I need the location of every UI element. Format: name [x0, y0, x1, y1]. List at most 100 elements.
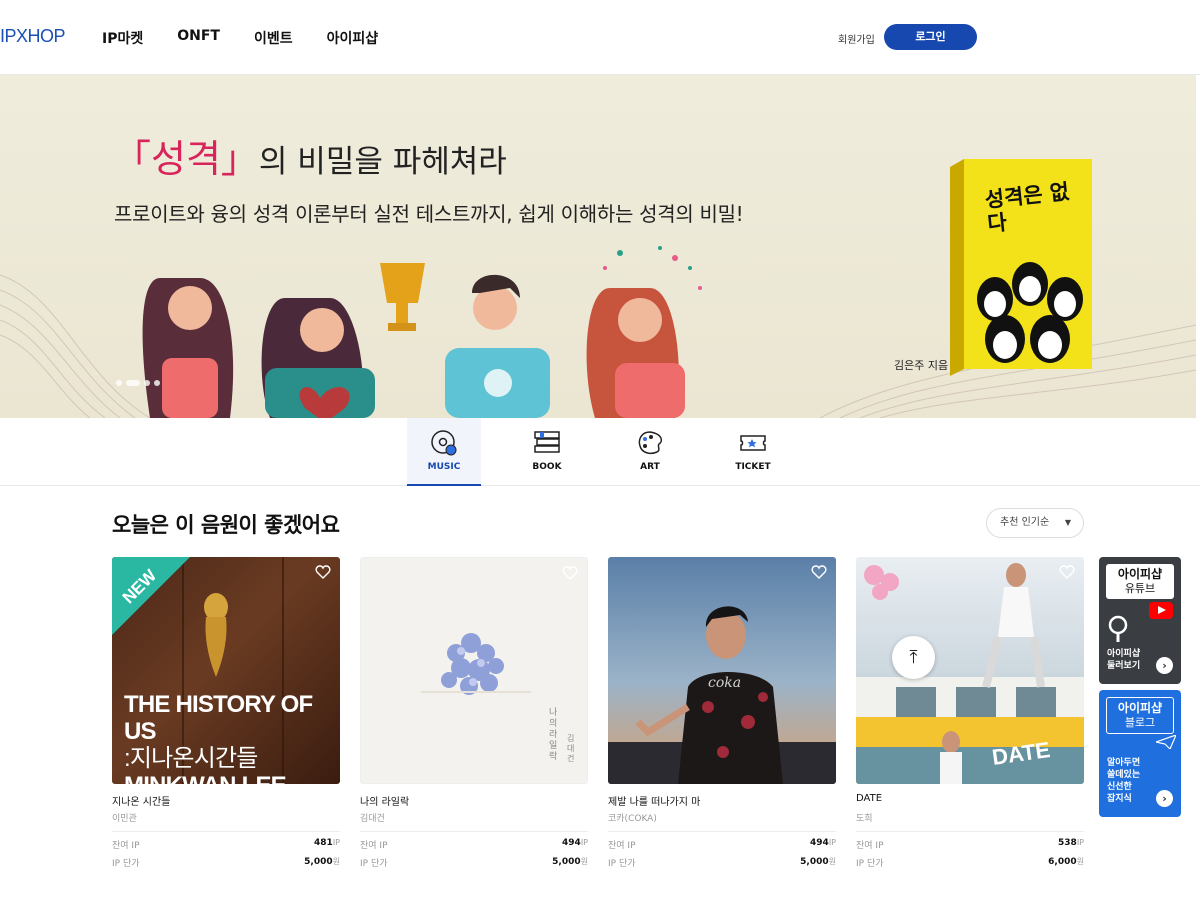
card-cover-text: THE HISTORY OF US :지나온시간들 MINKWAN LEE: [124, 691, 340, 784]
banner-title-accent: 「성격」: [113, 137, 259, 181]
tab-art-label: ART: [640, 462, 660, 472]
widget-line: 알아두면: [1107, 758, 1141, 768]
ip-price-unit: 원: [1076, 857, 1084, 866]
remain-ip-unit: IP: [580, 838, 588, 847]
blog-widget[interactable]: 아이피샵 블로그 알아두면 쓸데있는 신선한 잡지식 ›: [1099, 690, 1181, 817]
paper-plane-icon: [1156, 735, 1176, 749]
arrow-up-icon: ⤒: [909, 647, 918, 668]
banner-pagination: [116, 380, 160, 386]
chevron-right-icon[interactable]: ›: [1156, 790, 1173, 807]
banner-dot[interactable]: [116, 380, 122, 386]
tab-art[interactable]: ART: [613, 418, 687, 486]
heart-icon[interactable]: [1059, 564, 1075, 580]
remain-ip-row: 잔여 IP 538IP: [856, 838, 1084, 851]
signup-link[interactable]: 회원가입: [838, 31, 875, 46]
card-title[interactable]: 제발 나를 떠나가지 마: [608, 793, 836, 808]
card-thumbnail[interactable]: coka: [608, 557, 836, 784]
cover-line: 나의 라일락: [549, 708, 558, 762]
card-artist: 김대건: [360, 814, 385, 824]
divider: [112, 831, 340, 832]
tab-music-label: MUSIC: [427, 462, 461, 472]
card-thumbnail[interactable]: DATE: [856, 557, 1084, 784]
card-cover-text: coka: [708, 675, 742, 691]
banner-subtitle: 프로이트와 융의 성격 이론부터 실전 테스트까지, 쉽게 이해하는 성격의 비…: [114, 202, 744, 226]
remain-ip-row: 잔여 IP 481IP: [112, 838, 340, 851]
section-title: 오늘은 이 음원이 좋겠어요: [112, 513, 340, 537]
ip-price-unit: 원: [580, 857, 588, 866]
book-stack-icon: [534, 431, 560, 453]
heart-icon[interactable]: [562, 565, 578, 581]
widget-line: 잡지식: [1107, 794, 1132, 804]
book-cover: 성격은 없다: [950, 159, 1092, 376]
nav-item-ip-market[interactable]: IP마켓: [102, 28, 143, 48]
sort-dropdown[interactable]: 추천 인기순 ▼: [986, 508, 1084, 538]
chevron-right-icon[interactable]: ›: [1156, 657, 1173, 674]
card-title[interactable]: 나의 라일락: [360, 793, 588, 808]
banner-dot[interactable]: [154, 380, 160, 386]
magnifier-icon: [1108, 615, 1128, 642]
ip-price-row: IP 단가 6,000원: [856, 856, 1084, 869]
music-card[interactable]: DATE DATE 도희 잔여 IP 538IP IP 단가 6,000원: [856, 557, 1084, 869]
card-title[interactable]: 지나온 시간들: [112, 793, 340, 808]
cover-line: :지나온시간들: [124, 745, 258, 772]
youtube-widget-header: 아이피샵 유튜브: [1106, 564, 1174, 599]
tab-ticket[interactable]: TICKET: [716, 418, 790, 486]
youtube-widget-title: 아이피샵: [1117, 567, 1163, 581]
remain-ip-unit: IP: [332, 838, 340, 847]
remain-ip-label: 잔여 IP: [360, 841, 388, 851]
remain-ip-value: 481: [314, 838, 333, 848]
blog-widget-header: 아이피샵 블로그: [1106, 697, 1174, 734]
remain-ip-unit: IP: [1076, 838, 1084, 847]
remain-ip-row: 잔여 IP 494IP: [360, 838, 588, 851]
nav-item-onft[interactable]: ONFT: [177, 28, 220, 48]
widget-line: 신선한: [1107, 782, 1132, 792]
card-thumbnail[interactable]: NEW THE HISTORY OF US :지나온시간들 MINKWAN LE…: [112, 557, 340, 784]
chevron-down-icon: ▼: [1064, 518, 1071, 527]
card-thumbnail[interactable]: 나의 라일락 김대건: [360, 557, 588, 784]
divider: [608, 831, 836, 832]
ip-price-label: IP 단가: [112, 859, 140, 869]
youtube-widget-body: 아이피샵 둘러보기: [1107, 648, 1140, 672]
logo[interactable]: IPXHOP: [0, 26, 66, 47]
scroll-to-top-button[interactable]: ⤒: [892, 636, 935, 679]
banner-title-rest: 의 비밀을 파헤쳐라: [258, 144, 507, 180]
ip-price-unit: 원: [828, 857, 836, 866]
divider: [856, 831, 1084, 832]
ip-price-label: IP 단가: [360, 859, 388, 869]
category-tabs: MUSIC BOOK ART TICKET: [0, 418, 1200, 486]
remain-ip-value: 494: [810, 838, 829, 848]
card-title[interactable]: DATE: [856, 793, 1084, 807]
banner-dot[interactable]: [144, 380, 150, 386]
blog-widget-body: 알아두면 쓸데있는 신선한 잡지식: [1107, 757, 1140, 805]
tab-music[interactable]: MUSIC: [407, 418, 481, 486]
youtube-widget[interactable]: 아이피샵 유튜브 아이피샵 둘러보기 ›: [1099, 557, 1181, 684]
ip-price-row: IP 단가 5,000원: [360, 856, 588, 869]
nav-item-event[interactable]: 이벤트: [254, 28, 293, 48]
remain-ip-value: 494: [562, 838, 581, 848]
remain-ip-label: 잔여 IP: [112, 841, 140, 851]
ip-price-row: IP 단가 5,000원: [112, 856, 340, 869]
tab-book[interactable]: BOOK: [510, 418, 584, 486]
banner-dot-active[interactable]: [126, 380, 140, 386]
ticket-icon: [740, 435, 766, 451]
widget-line: 쓸데있는: [1107, 770, 1141, 780]
music-card[interactable]: 나의 라일락 김대건 나의 라일락 김대건 잔여 IP 494IP IP 단가 …: [360, 557, 588, 869]
hero-banner[interactable]: 「성격」의 비밀을 파헤쳐라 프로이트와 융의 성격 이론부터 실전 테스트까지…: [0, 75, 1196, 418]
ip-price-value: 5,000: [552, 857, 581, 867]
login-button[interactable]: 로그인: [884, 24, 977, 50]
youtube-widget-subtitle: 유튜브: [1124, 582, 1156, 595]
music-card[interactable]: coka 제발 나를 떠나가지 마 코카(COKA) 잔여 IP 494IP I…: [608, 557, 836, 869]
main-nav: IP마켓 ONFT 이벤트 아이피샵: [102, 28, 378, 48]
heart-icon[interactable]: [315, 564, 331, 580]
tab-book-label: BOOK: [532, 462, 562, 472]
palette-icon: [638, 431, 663, 455]
card-cover-text: 나의 라일락: [549, 708, 563, 763]
music-card[interactable]: NEW THE HISTORY OF US :지나온시간들 MINKWAN LE…: [112, 557, 340, 869]
nav-item-ipshop[interactable]: 아이피샵: [327, 28, 379, 48]
card-artist: 도희: [856, 814, 873, 824]
heart-icon[interactable]: [811, 564, 827, 580]
ip-price-row: IP 단가 5,000원: [608, 856, 836, 869]
ip-price-value: 5,000: [304, 857, 333, 867]
ip-price-label: IP 단가: [856, 859, 884, 869]
portrait-art: [608, 606, 836, 784]
